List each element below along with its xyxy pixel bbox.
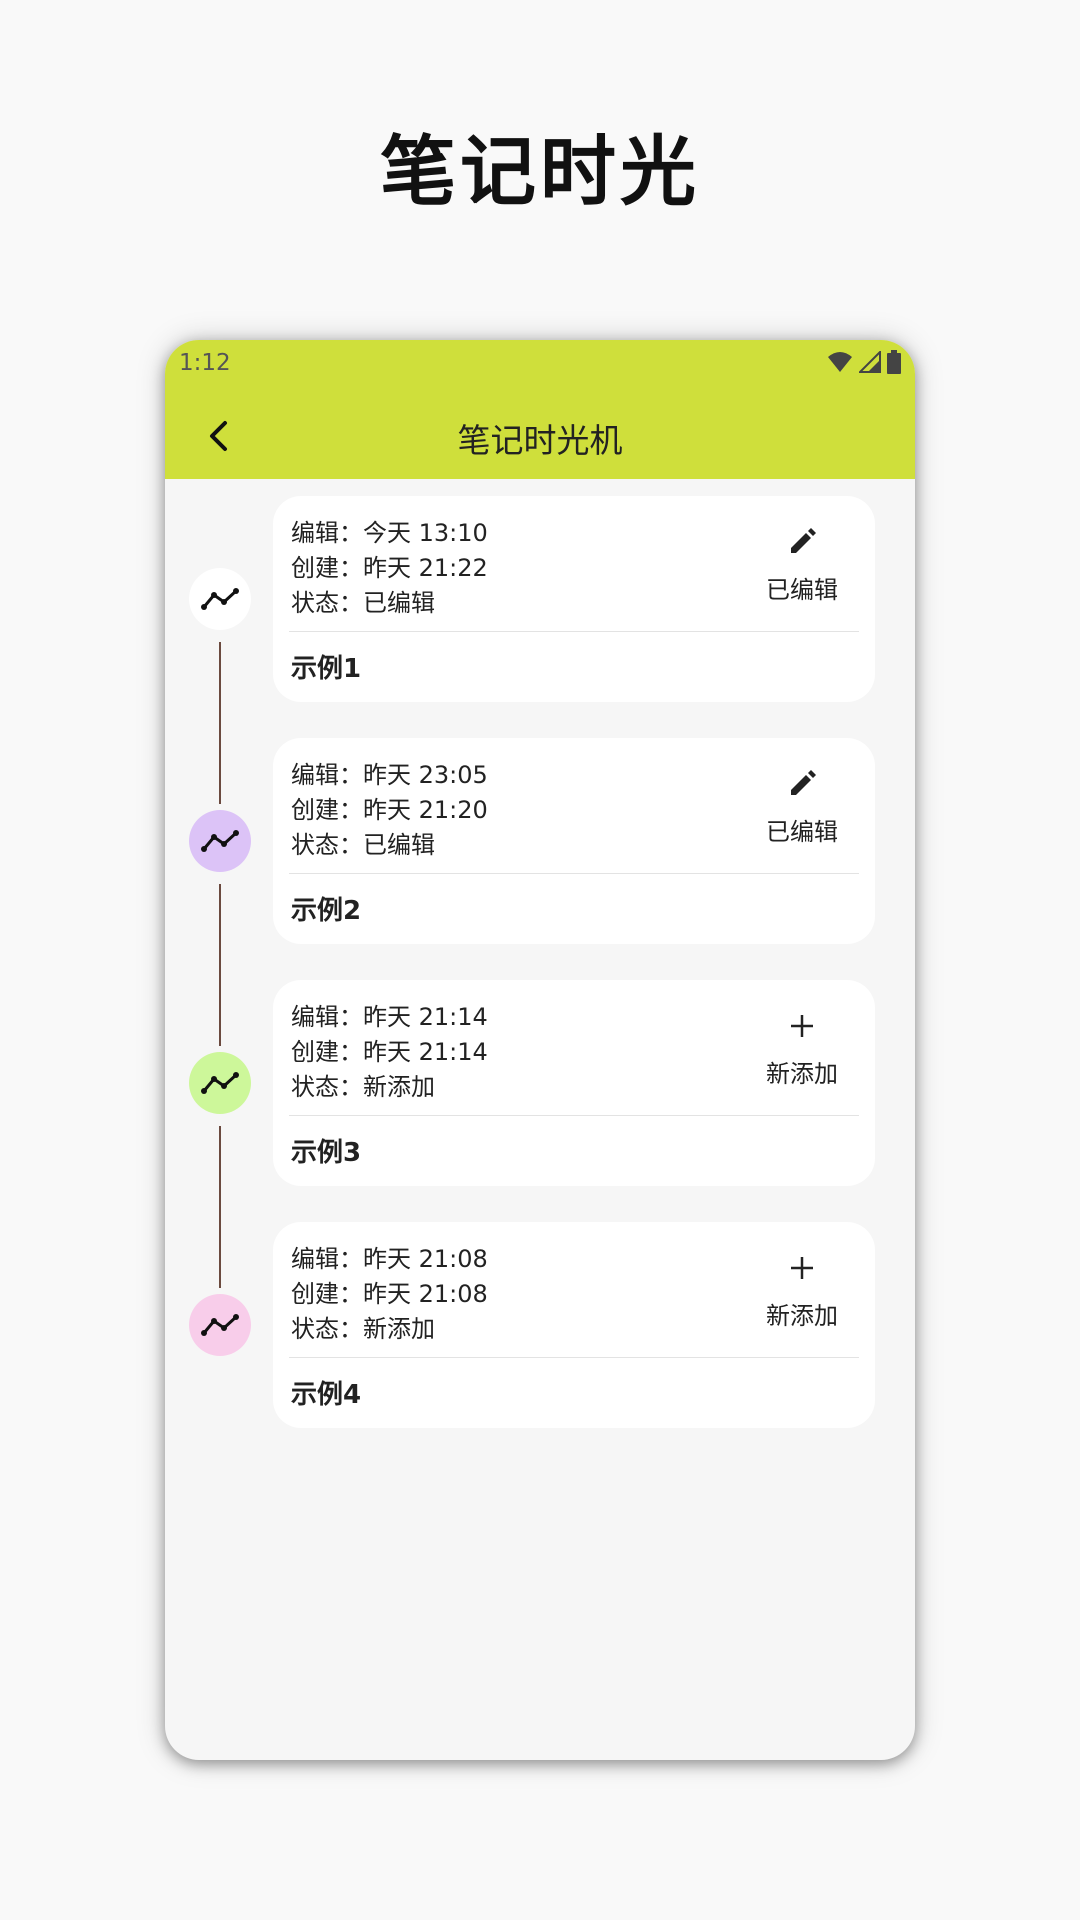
trend-line-icon	[201, 830, 239, 852]
status-indicator: 新添加	[747, 1006, 857, 1089]
battery-icon	[887, 350, 901, 378]
status-indicator: 已编辑	[747, 764, 857, 847]
note-card[interactable]: 编辑：昨天 21:08 创建：昨天 21:08 状态：新添加 新添加 示例4	[273, 1222, 875, 1428]
timeline-entry: 编辑：昨天 23:05 创建：昨天 21:20 状态：已编辑 已编辑 示例2	[165, 738, 915, 1046]
status-indicator: 新添加	[747, 1248, 857, 1331]
status-label: 新添加	[766, 1060, 838, 1088]
card-divider	[289, 873, 859, 874]
timeline-entry: 编辑：昨天 21:14 创建：昨天 21:14 状态：新添加 新添加 示例3	[165, 980, 915, 1288]
status-label: 新添加	[766, 1302, 838, 1330]
trend-line-icon	[201, 1314, 239, 1336]
card-divider	[289, 1357, 859, 1358]
card-divider	[289, 631, 859, 632]
timeline-dot	[189, 810, 251, 872]
status-label: 已编辑	[766, 818, 838, 846]
timeline-dot	[189, 568, 251, 630]
note-status: 状态：已编辑	[291, 831, 435, 859]
timeline-dot	[189, 1052, 251, 1114]
pencil-icon	[791, 528, 816, 553]
note-card[interactable]: 编辑：今天 13:10 创建：昨天 21:22 状态：已编辑 已编辑 示例1	[273, 496, 875, 702]
note-title: 示例1	[291, 654, 362, 684]
edit-time: 编辑：昨天 21:08	[291, 1245, 488, 1273]
page: 笔记时光 1:12 笔记时光机 编辑：今天 13:10 创建：昨天 21:22 …	[0, 0, 1080, 1920]
app-title: 笔记时光机	[457, 421, 623, 460]
timeline-entry: 编辑：昨天 21:08 创建：昨天 21:08 状态：新添加 新添加 示例4	[165, 1222, 915, 1432]
note-card[interactable]: 编辑：昨天 23:05 创建：昨天 21:20 状态：已编辑 已编辑 示例2	[273, 738, 875, 944]
note-meta: 编辑：昨天 21:14 创建：昨天 21:14 状态：新添加	[291, 1000, 488, 1105]
note-meta: 编辑：今天 13:10 创建：昨天 21:22 状态：已编辑	[291, 516, 488, 621]
status-icons	[827, 349, 901, 378]
status-time: 1:12	[179, 350, 231, 376]
edit-time: 编辑：昨天 23:05	[291, 761, 488, 789]
status-label: 已编辑	[766, 576, 838, 604]
edit-time: 编辑：昨天 21:14	[291, 1003, 488, 1031]
note-status: 状态：新添加	[291, 1073, 435, 1101]
pencil-icon	[791, 770, 816, 795]
note-title: 示例4	[291, 1380, 362, 1410]
promo-title: 笔记时光	[380, 127, 700, 216]
plus-icon	[791, 1015, 813, 1037]
note-title: 示例3	[291, 1138, 362, 1168]
note-card[interactable]: 编辑：昨天 21:14 创建：昨天 21:14 状态：新添加 新添加 示例3	[273, 980, 875, 1186]
status-bar: 1:12	[165, 340, 915, 392]
phone-frame: 1:12 笔记时光机 编辑：今天 13:10 创建：昨天 21:22 状态：已编…	[165, 340, 915, 1760]
trend-line-icon	[201, 1072, 239, 1094]
create-time: 创建：昨天 21:14	[291, 1038, 488, 1066]
note-status: 状态：已编辑	[291, 589, 435, 617]
app-bar: 笔记时光机	[165, 392, 915, 479]
timeline-entry: 编辑：今天 13:10 创建：昨天 21:22 状态：已编辑 已编辑 示例1	[165, 496, 915, 804]
trend-line-icon	[201, 588, 239, 610]
card-divider	[289, 1115, 859, 1116]
note-title: 示例2	[291, 896, 362, 926]
plus-icon	[791, 1257, 813, 1279]
cell-signal-icon	[857, 349, 881, 377]
create-time: 创建：昨天 21:22	[291, 554, 488, 582]
timeline-dot	[189, 1294, 251, 1356]
note-meta: 编辑：昨天 23:05 创建：昨天 21:20 状态：已编辑	[291, 758, 488, 863]
note-status: 状态：新添加	[291, 1315, 435, 1343]
status-indicator: 已编辑	[747, 522, 857, 605]
create-time: 创建：昨天 21:20	[291, 796, 488, 824]
create-time: 创建：昨天 21:08	[291, 1280, 488, 1308]
note-meta: 编辑：昨天 21:08 创建：昨天 21:08 状态：新添加	[291, 1242, 488, 1347]
wifi-icon	[827, 351, 853, 377]
edit-time: 编辑：今天 13:10	[291, 519, 488, 547]
